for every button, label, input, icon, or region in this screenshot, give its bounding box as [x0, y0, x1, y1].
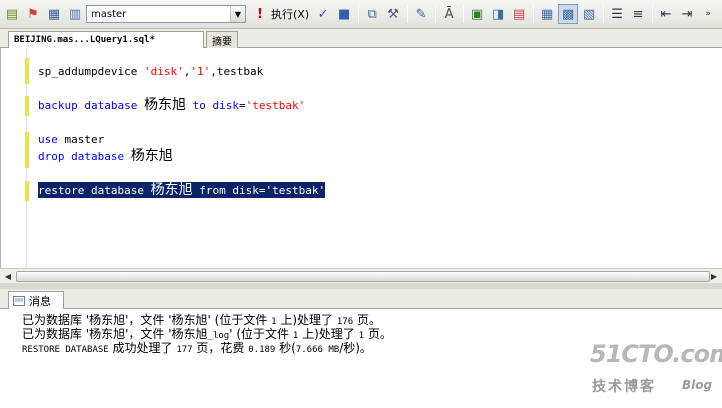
uncomment-lines-icon[interactable]: ≡	[628, 4, 648, 24]
editor-horizontal-scrollbar[interactable]: ◀ ▶	[0, 268, 722, 283]
decrease-indent-icon[interactable]: ⇤	[656, 4, 676, 24]
toolbar-divider	[407, 5, 409, 23]
filter-icon[interactable]: ⚑	[23, 4, 43, 24]
tab-query[interactable]: BEIJING.mas...LQuery1.sql*	[8, 31, 204, 48]
database-selector-value: master	[91, 8, 127, 20]
comment-lines-icon[interactable]: ☰	[607, 4, 627, 24]
results-tabstrip: 消息	[0, 289, 722, 309]
message-line-2: 已为数据库 '杨东旭'，文件 '杨东旭_log' (位于文件 1 上)处理了 1…	[22, 327, 392, 341]
watermark-blog: Blog	[682, 378, 713, 392]
toolbar-divider	[652, 5, 654, 23]
toolbar-overflow-icon[interactable]: »	[698, 4, 718, 24]
watermark-site: 51CTO.com	[590, 340, 722, 368]
tab-messages-label: 消息	[29, 294, 51, 308]
increase-indent-icon[interactable]: ⇥	[677, 4, 697, 24]
available-databases-icon[interactable]: ▦	[44, 4, 64, 24]
change-marker	[25, 132, 29, 168]
change-marker	[25, 58, 29, 84]
toolbar-divider	[533, 5, 535, 23]
execute-button[interactable]: 执行(X)	[271, 6, 309, 22]
toolbar-divider	[463, 5, 465, 23]
site-watermark: 51CTO.com 技术博客 Blog	[590, 340, 722, 402]
editor-margin	[1, 48, 27, 268]
results-options-icon[interactable]: ▧	[579, 4, 599, 24]
toolbar-divider	[603, 5, 605, 23]
code-line-5-selected: restore database 杨东旭 from disk='testbak'	[38, 182, 326, 198]
chevron-down-icon[interactable]: ▼	[230, 6, 245, 22]
code-line-2: backup database 杨东旭 to disk='testbak'	[38, 97, 306, 113]
results-to-text-icon[interactable]: ▤	[509, 4, 529, 24]
edit-pencil-icon[interactable]: ✎	[411, 4, 431, 24]
display-plan-icon[interactable]: ⧉	[362, 4, 382, 24]
tab-summary[interactable]: 摘要	[206, 31, 238, 48]
results-to-grid-icon[interactable]: ▦	[537, 4, 557, 24]
code-line-4: drop database 杨东旭	[38, 148, 173, 164]
database-icon[interactable]: ▥	[65, 4, 85, 24]
client-stats-icon[interactable]: ◨	[488, 4, 508, 24]
results-to-file-icon[interactable]: ▩	[558, 4, 579, 24]
watermark-sub: 技术博客	[592, 379, 656, 395]
code-line-1: sp_addumpdevice 'disk','1',testbak	[38, 65, 264, 78]
database-selector[interactable]: master ▼	[86, 5, 246, 23]
tab-messages[interactable]: 消息	[8, 291, 64, 309]
change-connection-icon[interactable]: ▤	[2, 4, 22, 24]
scroll-left-icon[interactable]: ◀	[1, 270, 15, 283]
cancel-query-icon[interactable]: ■	[334, 4, 354, 24]
code-line-3: use master	[38, 133, 105, 146]
include-plan-icon[interactable]: ▣	[467, 4, 487, 24]
sql-toolbar: ▤ ⚑ ▦ ▥ master ▼ ! 执行(X) ✓ ■ ⧉ ⚒ ✎ Ā ▣ ◨…	[0, 0, 722, 29]
query-designer-icon[interactable]: ⚒	[383, 4, 403, 24]
scroll-right-icon[interactable]: ▶	[707, 270, 721, 283]
toolbar-divider	[358, 5, 360, 23]
specify-values-icon[interactable]: Ā	[439, 4, 459, 24]
execute-icon[interactable]: !	[250, 4, 270, 24]
message-line-1: 已为数据库 '杨东旭'，文件 '杨东旭' (位于文件 1 上)处理了 176 页…	[22, 313, 381, 327]
parse-checkmark-icon[interactable]: ✓	[313, 4, 333, 24]
change-marker	[25, 96, 29, 116]
messages-icon	[13, 295, 25, 306]
toolbar-divider	[435, 5, 437, 23]
document-tabstrip: BEIJING.mas...LQuery1.sql* 摘要	[0, 29, 722, 48]
scroll-thumb[interactable]	[16, 271, 710, 282]
code-area: sp_addumpdevice 'disk','1',testbak backu…	[38, 48, 326, 198]
query-editor[interactable]: sp_addumpdevice 'disk','1',testbak backu…	[0, 48, 722, 268]
change-marker	[25, 181, 29, 201]
